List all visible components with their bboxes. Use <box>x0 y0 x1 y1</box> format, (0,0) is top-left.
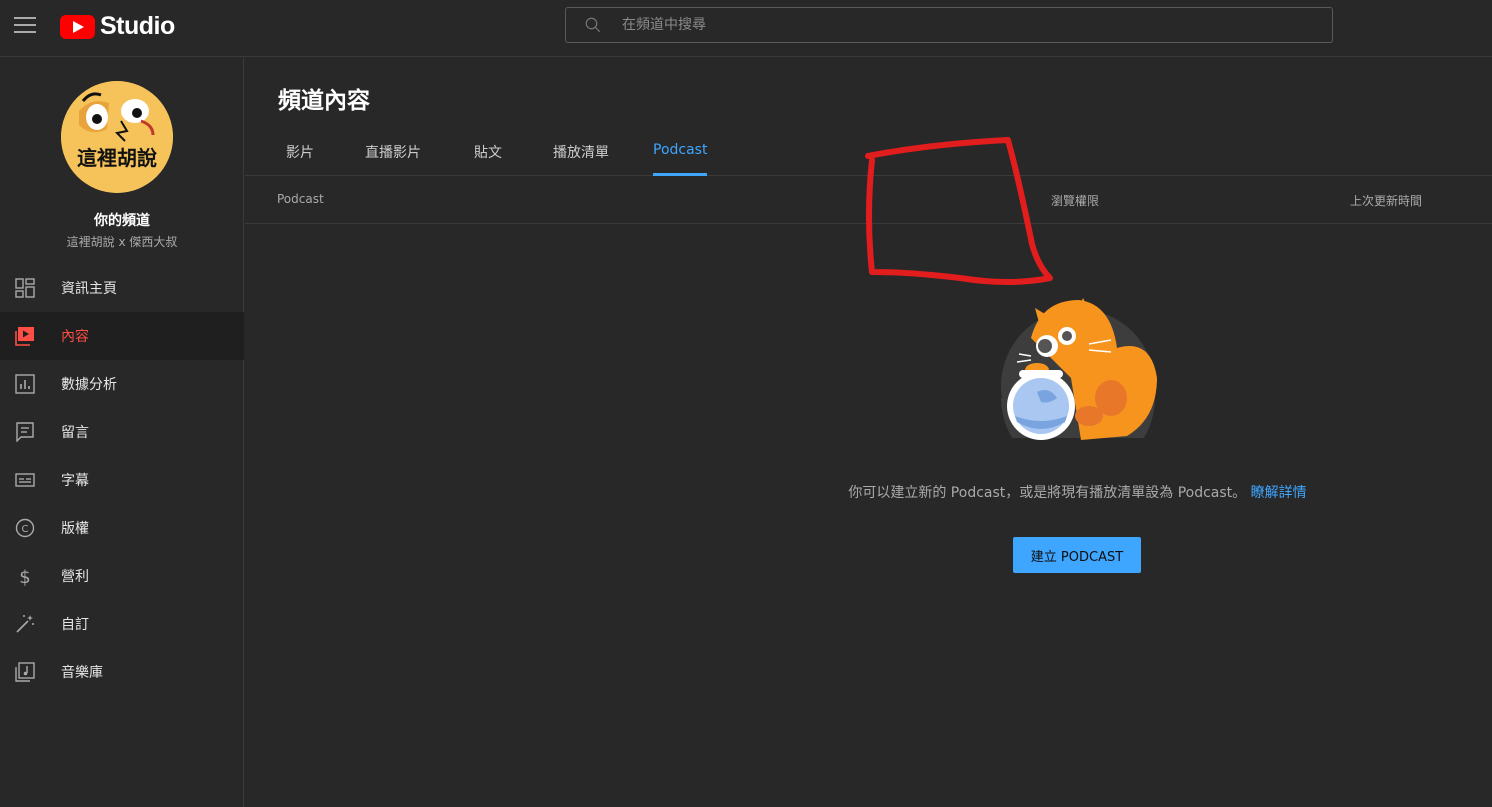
content-tabs: 影片 直播影片 貼文 播放清單 Podcast <box>245 138 1492 176</box>
avatar-illustration: 這裡胡說 <box>61 81 173 193</box>
sidebar-item-comments[interactable]: 留言 <box>0 408 244 456</box>
create-podcast-button[interactable]: 建立 PODCAST <box>1013 537 1141 573</box>
sidebar-item-label: 營利 <box>61 569 89 585</box>
avatar-calligraphy: 這裡胡說 <box>77 146 157 170</box>
learn-more-link[interactable]: 瞭解詳情 <box>1251 485 1307 501</box>
table-header: Podcast 瀏覽權限 上次更新時間 <box>245 176 1492 224</box>
main-content: 頻道內容 影片 直播影片 貼文 播放清單 Podcast Podcast 瀏覽權… <box>245 58 1492 807</box>
svg-text:$: $ <box>19 567 30 586</box>
tab-videos[interactable]: 影片 <box>286 142 314 176</box>
sidebar: 這裡胡說 你的頻道 這裡胡說 x 傑西大叔 資訊主頁 內容 數據分析 留言 字幕… <box>0 58 244 807</box>
empty-state-message: 你可以建立新的 Podcast，或是將現有播放清單設為 Podcast。 瞭解詳… <box>845 481 1310 505</box>
sidebar-item-label: 音樂庫 <box>61 665 103 681</box>
sidebar-item-label: 內容 <box>61 329 89 345</box>
customization-icon <box>16 615 34 633</box>
column-last-updated[interactable]: 上次更新時間 <box>1350 192 1422 209</box>
comments-icon <box>16 422 34 442</box>
sidebar-item-content[interactable]: 內容 <box>0 312 244 360</box>
svg-text:C: C <box>22 524 29 535</box>
sidebar-item-audio-library[interactable]: 音樂庫 <box>0 648 244 696</box>
channel-name: 你的頻道 <box>94 213 150 229</box>
sidebar-item-dashboard[interactable]: 資訊主頁 <box>0 264 244 312</box>
dashboard-icon <box>15 278 35 298</box>
page-title: 頻道內容 <box>278 88 370 114</box>
column-podcast[interactable]: Podcast <box>277 192 324 206</box>
sidebar-nav: 資訊主頁 內容 數據分析 留言 字幕 C 版權 $ 營利 自訂 音樂庫 <box>0 264 244 696</box>
empty-state-text: 你可以建立新的 Podcast，或是將現有播放清單設為 Podcast。 <box>848 485 1247 501</box>
copyright-icon: C <box>15 518 35 538</box>
channel-avatar[interactable]: 這裡胡說 <box>61 81 173 193</box>
sidebar-item-label: 留言 <box>61 425 89 441</box>
hamburger-menu-icon[interactable] <box>14 14 36 36</box>
sidebar-item-monetization[interactable]: $ 營利 <box>0 552 244 600</box>
sidebar-item-label: 版權 <box>61 521 89 537</box>
empty-state-cat-illustration <box>1001 298 1157 463</box>
sidebar-item-label: 字幕 <box>61 473 89 489</box>
sidebar-item-label: 數據分析 <box>61 377 117 393</box>
sidebar-item-copyright[interactable]: C 版權 <box>0 504 244 552</box>
search-box[interactable] <box>565 7 1333 43</box>
logo-text: Studio <box>100 12 175 40</box>
tab-live[interactable]: 直播影片 <box>365 142 421 176</box>
tab-playlists[interactable]: 播放清單 <box>553 142 609 176</box>
sidebar-item-customization[interactable]: 自訂 <box>0 600 244 648</box>
search-icon[interactable] <box>584 16 602 34</box>
channel-subtitle: 這裡胡說 x 傑西大叔 <box>66 235 178 249</box>
sidebar-item-analytics[interactable]: 數據分析 <box>0 360 244 408</box>
studio-logo[interactable]: Studio <box>60 12 175 41</box>
sidebar-item-subtitles[interactable]: 字幕 <box>0 456 244 504</box>
monetization-icon: $ <box>19 567 30 586</box>
search-input[interactable] <box>622 8 1312 42</box>
audio-library-icon <box>15 662 35 682</box>
analytics-icon <box>15 374 35 394</box>
sidebar-item-label: 自訂 <box>61 617 89 633</box>
sidebar-item-label: 資訊主頁 <box>61 281 117 297</box>
top-bar: Studio <box>0 0 1492 57</box>
tab-posts[interactable]: 貼文 <box>474 142 502 176</box>
youtube-play-icon <box>60 14 95 39</box>
tab-podcast[interactable]: Podcast <box>653 142 708 176</box>
column-visibility[interactable]: 瀏覽權限 <box>1051 192 1099 209</box>
content-icon <box>15 327 34 346</box>
subtitles-icon <box>15 473 35 487</box>
